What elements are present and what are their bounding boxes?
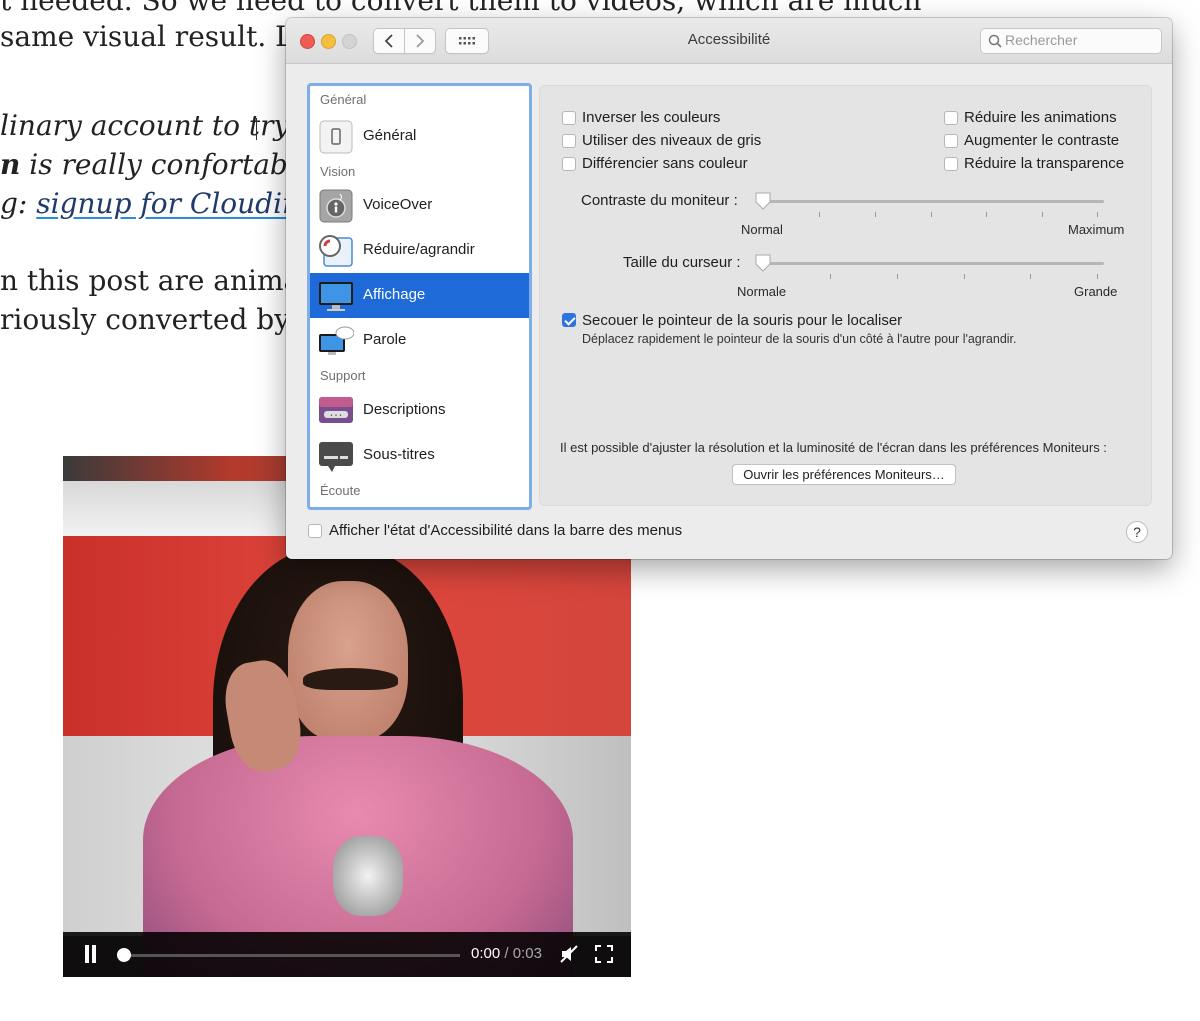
captions-icon: [319, 442, 353, 472]
sidebar-item-label: Sous-titres: [363, 446, 435, 463]
pause-icon[interactable]: [85, 945, 89, 963]
section-vision: Vision: [320, 164, 356, 179]
sidebar-item-descriptions[interactable]: • • • Descriptions: [310, 388, 529, 433]
reduce-motion-checkbox[interactable]: [944, 111, 958, 125]
cursor-size-label: Taille du curseur :: [623, 254, 741, 271]
section-support: Support: [320, 368, 366, 383]
reduce-transparency-label: Réduire la transparence: [964, 155, 1125, 172]
svg-text:• • •: • • •: [330, 413, 342, 419]
video-progress-bar[interactable]: [123, 954, 460, 957]
sidebar-item-captions[interactable]: Sous-titres: [310, 433, 529, 478]
shake-to-locate-checkbox[interactable]: [562, 313, 576, 327]
section-hearing: Écoute: [320, 483, 361, 498]
video-frame-face: [288, 581, 408, 741]
article-line: same visual result. L: [0, 20, 294, 53]
monitor-note: Il est possible d'ajuster la résolution …: [560, 440, 1107, 455]
accessibility-window: Accessibilité Général Général Vision Voi…: [286, 18, 1172, 559]
increase-contrast-label: Augmenter le contraste: [964, 132, 1120, 149]
show-in-menubar-label: Afficher l'état d'Accessibilité dans la …: [329, 522, 683, 539]
cursor-size-slider-thumb[interactable]: [755, 254, 771, 272]
increase-contrast-checkbox[interactable]: [944, 134, 958, 148]
contrast-label: Contraste du moniteur :: [581, 192, 738, 209]
zoom-icon: [319, 235, 353, 267]
search-field[interactable]: [980, 28, 1162, 54]
sidebar-item-speech[interactable]: Parole: [310, 318, 529, 363]
general-icon: [319, 120, 353, 154]
open-displays-button[interactable]: Ouvrir les préférences Moniteurs…: [732, 464, 956, 485]
cursor-size-slider[interactable]: [762, 262, 1104, 265]
section-general: Général: [320, 92, 367, 107]
sidebar-item-display[interactable]: Affichage: [310, 273, 529, 318]
sidebar-item-label: VoiceOver: [363, 196, 433, 213]
reduce-motion-label: Réduire les animations: [964, 109, 1117, 126]
shake-to-locate-label: Secouer le pointeur de la souris pour le…: [582, 312, 903, 329]
muted-speaker-icon[interactable]: [559, 944, 581, 964]
fullscreen-icon[interactable]: [594, 944, 614, 964]
title-bar: Accessibilité: [286, 18, 1172, 64]
sidebar-item-zoom[interactable]: Réduire/agrandir: [310, 228, 529, 273]
sidebar-item-general[interactable]: Général: [310, 114, 529, 159]
sidebar-item-voiceover[interactable]: VoiceOver: [310, 183, 529, 228]
sidebar-item-label: Parole: [363, 331, 407, 348]
search-input[interactable]: [1005, 31, 1155, 49]
sidebar-item-label: Affichage: [363, 286, 426, 303]
sidebar-item-label: Général: [363, 127, 417, 144]
article-line: t needed. So we need to convert them to …: [0, 0, 922, 17]
contrast-slider-thumb[interactable]: [755, 192, 771, 210]
sidebar-item-label: Descriptions: [363, 401, 446, 418]
video-controls: 0:00 / 0:03: [63, 932, 631, 977]
search-icon: [988, 34, 1002, 48]
cursor-size-min-label: Normale: [737, 284, 787, 299]
category-sidebar: Général Général Vision VoiceOver Réduire…: [307, 83, 532, 510]
differentiate-without-color-checkbox[interactable]: [562, 157, 576, 171]
differentiate-without-color-label: Différencier sans couleur: [582, 155, 748, 172]
reduce-transparency-checkbox[interactable]: [944, 157, 958, 171]
show-in-menubar-checkbox[interactable]: [308, 524, 322, 538]
text-cursor-icon: [256, 118, 267, 140]
speech-icon: [319, 326, 354, 355]
display-icon: [319, 282, 353, 311]
voiceover-icon: [319, 189, 353, 223]
sidebar-item-label: Réduire/agrandir: [363, 241, 475, 258]
help-button[interactable]: ?: [1126, 521, 1148, 543]
video-progress-knob[interactable]: [117, 948, 131, 962]
contrast-max-label: Maximum: [1068, 222, 1125, 237]
descriptions-icon: • • •: [319, 397, 353, 423]
shake-to-locate-description: Déplacez rapidement le pointeur de la so…: [582, 332, 1017, 346]
grayscale-label: Utiliser des niveaux de gris: [582, 132, 762, 149]
contrast-min-label: Normal: [741, 222, 783, 237]
invert-colors-checkbox[interactable]: [562, 111, 576, 125]
grayscale-checkbox[interactable]: [562, 134, 576, 148]
cursor-size-max-label: Grande: [1074, 284, 1118, 299]
invert-colors-label: Inverser les couleurs: [582, 109, 721, 126]
display-settings-panel: Inverser les couleurs Utiliser des nivea…: [539, 85, 1152, 506]
video-time: 0:00 / 0:03: [471, 945, 542, 962]
contrast-slider[interactable]: [762, 200, 1104, 203]
